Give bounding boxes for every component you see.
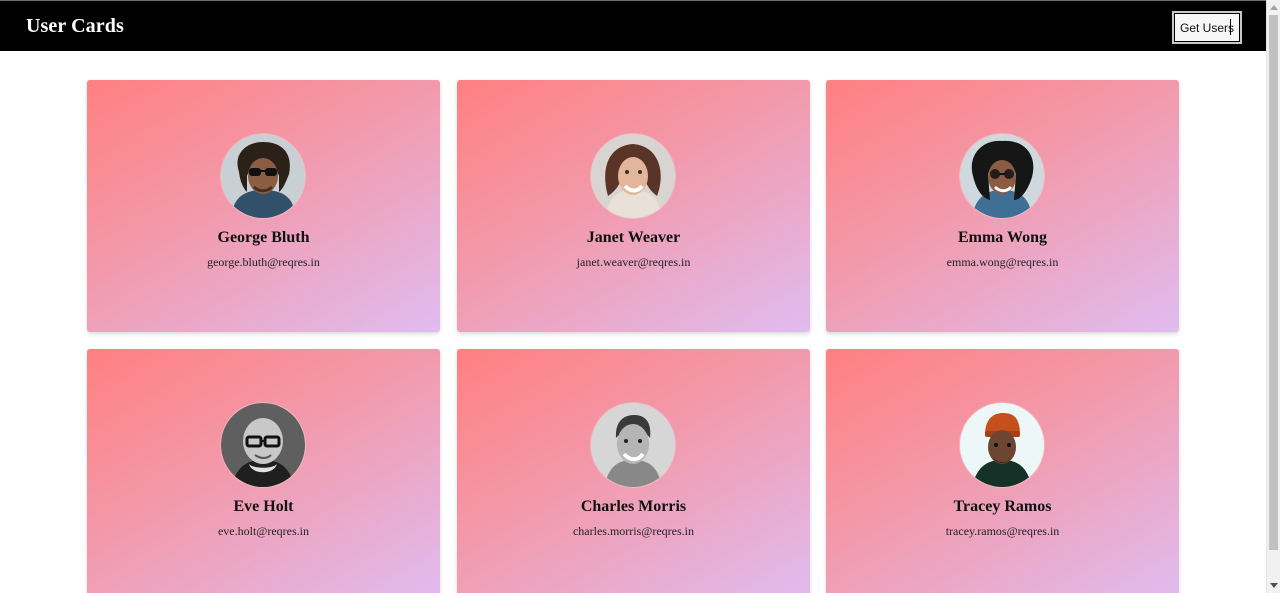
avatar-image <box>960 134 1044 218</box>
user-name: Janet Weaver <box>586 229 681 246</box>
browser-viewport: User Cards Get Users George Bluth george… <box>0 0 1280 593</box>
user-name: George Bluth <box>217 229 310 246</box>
page-title: User Cards <box>26 15 124 37</box>
user-name: Charles Morris <box>580 498 687 515</box>
user-name: Eve Holt <box>233 498 294 515</box>
text-cursor <box>1230 19 1231 35</box>
avatar <box>960 403 1044 487</box>
user-email: emma.wong@reqres.in <box>946 255 1059 269</box>
scroll-down-arrow-icon[interactable] <box>1270 583 1278 588</box>
avatar <box>591 403 675 487</box>
user-name: Tracey Ramos <box>953 498 1052 515</box>
avatar <box>221 403 305 487</box>
avatar-image <box>221 134 305 218</box>
avatar <box>221 134 305 218</box>
user-card: George Bluth george.bluth@reqres.in <box>87 80 440 332</box>
avatar-image <box>591 134 675 218</box>
user-email: eve.holt@reqres.in <box>217 524 310 538</box>
top-header: User Cards Get Users <box>0 0 1266 51</box>
avatar-image <box>591 403 675 487</box>
user-name: Emma Wong <box>957 229 1048 246</box>
user-card: Tracey Ramos tracey.ramos@reqres.in <box>826 349 1179 593</box>
user-card: Janet Weaver janet.weaver@reqres.in <box>457 80 810 332</box>
user-email: charles.morris@reqres.in <box>572 524 694 538</box>
user-card: Eve Holt eve.holt@reqres.in <box>87 349 440 593</box>
avatar-image <box>960 403 1044 487</box>
user-card: Emma Wong emma.wong@reqres.in <box>826 80 1179 332</box>
page: User Cards Get Users George Bluth george… <box>0 0 1266 593</box>
avatar-image <box>221 403 305 487</box>
user-email: janet.weaver@reqres.in <box>576 255 691 269</box>
avatar <box>591 134 675 218</box>
scroll-up-arrow-icon[interactable] <box>1270 5 1278 10</box>
user-email: george.bluth@reqres.in <box>207 255 320 269</box>
avatar <box>960 134 1044 218</box>
vertical-scrollbar[interactable] <box>1266 0 1280 593</box>
user-card: Charles Morris charles.morris@reqres.in <box>457 349 810 593</box>
user-email: tracey.ramos@reqres.in <box>945 524 1060 538</box>
user-card-grid: George Bluth george.bluth@reqres.in Jane… <box>87 80 1180 593</box>
scrollbar-thumb[interactable] <box>1269 15 1278 550</box>
get-users-button[interactable]: Get Users <box>1172 11 1242 44</box>
